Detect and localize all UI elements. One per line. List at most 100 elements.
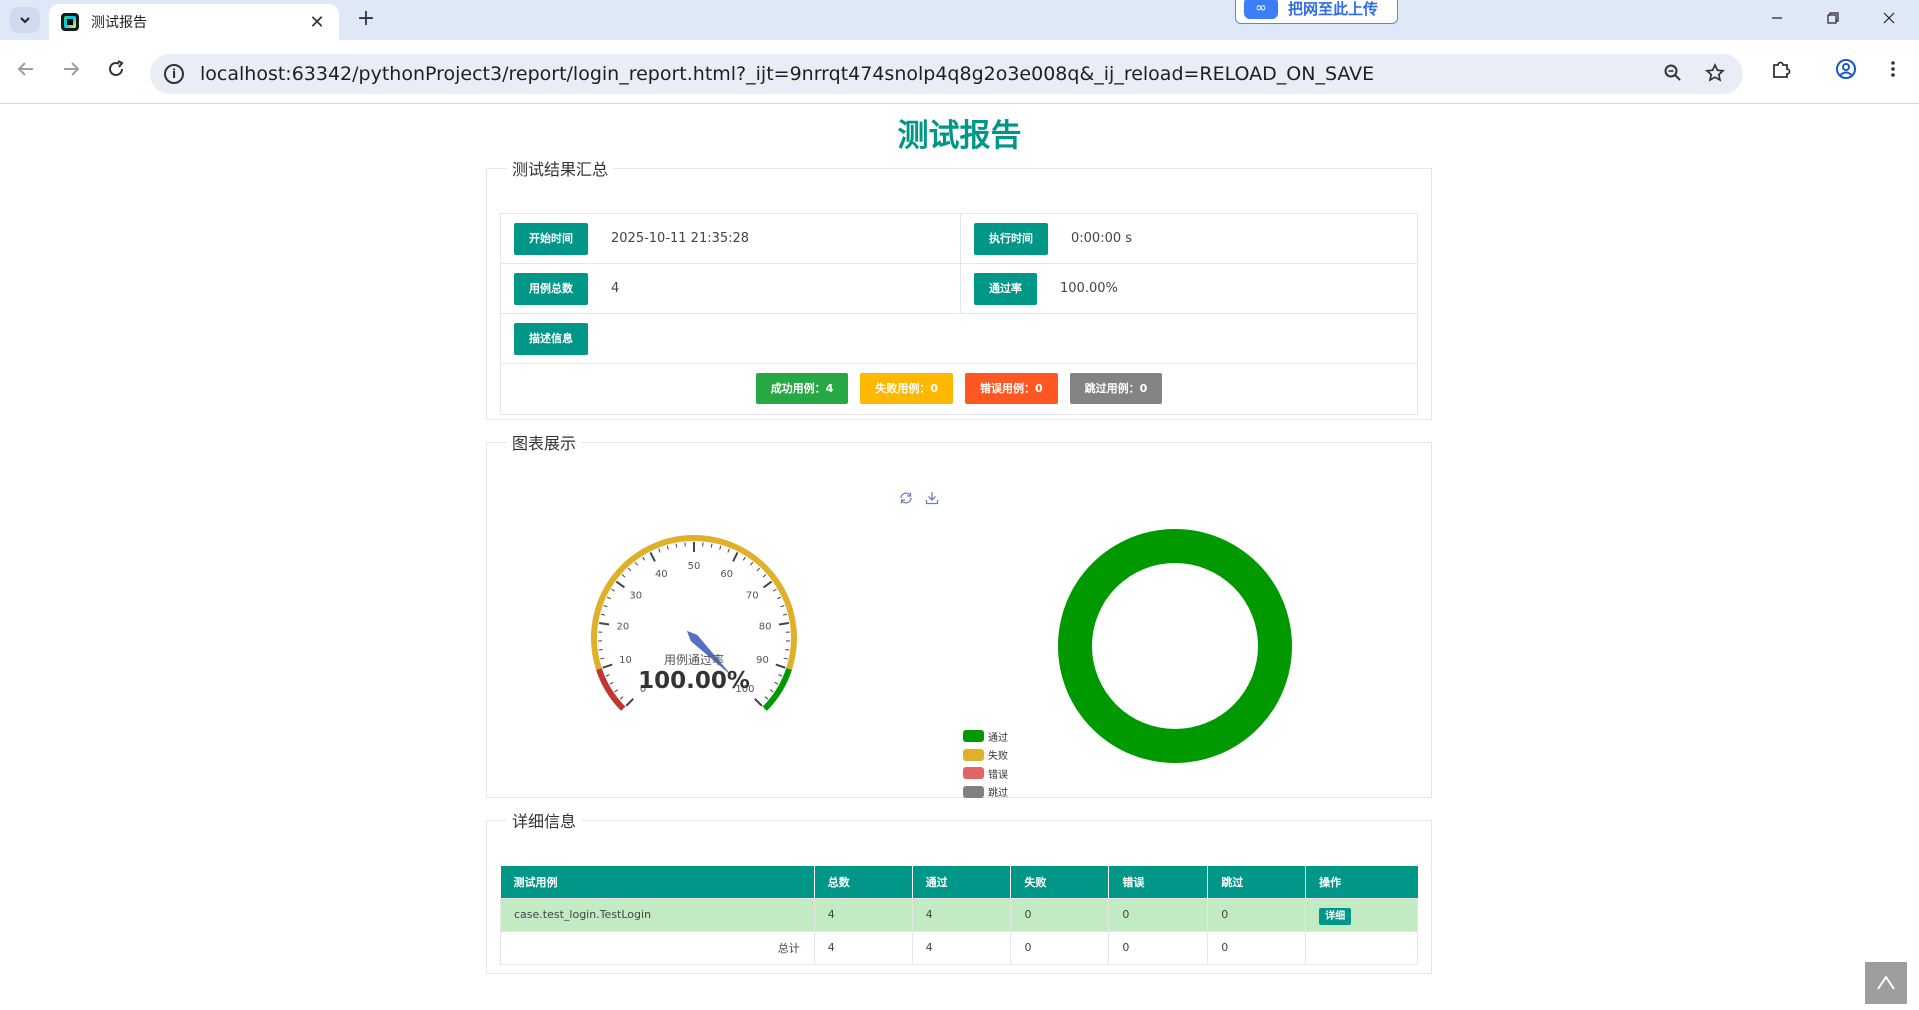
restore-window-button[interactable]: [1805, 0, 1861, 40]
browser-menu-button[interactable]: [1879, 58, 1907, 86]
restore-chart-icon[interactable]: [898, 490, 914, 506]
forward-button[interactable]: [57, 58, 85, 86]
kebab-menu-icon: [1883, 59, 1903, 79]
start-time-value: 2025-10-11 21:35:28: [611, 231, 749, 246]
gauge-minor-tick: [765, 697, 768, 700]
gauge-tick-label: 80: [759, 622, 772, 633]
tab-search-button[interactable]: [10, 7, 40, 33]
gauge-value: 100.00%: [638, 668, 750, 694]
gauge-minor-tick: [784, 658, 788, 659]
gauge-minor-tick: [757, 568, 760, 571]
extensions-button[interactable]: [1767, 58, 1795, 86]
page-title: 测试报告: [0, 110, 1919, 155]
gauge-minor-tick: [728, 549, 729, 553]
run-time-value: 0:00:00 s: [1071, 231, 1132, 246]
chart-toolbar: [898, 490, 940, 506]
reload-button[interactable]: [102, 58, 130, 86]
gauge-minor-tick: [763, 575, 766, 578]
restore-icon: [1826, 11, 1840, 25]
table-row: case.test_login.TestLogin 4 4 0 0 0 详细: [501, 898, 1418, 931]
gauge-minor-tick: [620, 697, 623, 700]
gauge-major-tick: [779, 623, 789, 625]
close-window-button[interactable]: [1861, 0, 1917, 40]
gauge-minor-tick: [667, 546, 668, 550]
minimize-window-button[interactable]: [1749, 0, 1805, 40]
infinity-icon: ∞: [1244, 0, 1278, 19]
gauge-minor-tick: [659, 549, 660, 553]
profile-icon: [1835, 58, 1857, 80]
gauge-major-tick: [603, 665, 613, 668]
url-bar[interactable]: i localhost:63342/pythonProject3/report/…: [150, 54, 1743, 94]
gauge-minor-tick: [628, 568, 631, 571]
summary-panel: 测试结果汇总 开始时间 2025-10-11 21:35:28 执行时间 0:0…: [486, 156, 1432, 420]
detail-button[interactable]: 详细: [1319, 908, 1351, 925]
new-tab-button[interactable]: +: [352, 6, 380, 34]
column-header: 总数: [814, 866, 912, 898]
success-cases-button[interactable]: 成功用例：4: [756, 373, 849, 404]
gauge-minor-tick: [711, 544, 712, 548]
gauge-minor-tick: [606, 675, 610, 677]
column-header: 跳过: [1208, 866, 1306, 898]
totals-skip-cell: 0: [1208, 931, 1306, 964]
url-text[interactable]: localhost:63342/pythonProject3/report/lo…: [200, 63, 1374, 85]
gauge-minor-tick: [773, 589, 776, 591]
pass-rate-label: 通过率: [974, 273, 1037, 305]
totals-pass-cell: 4: [912, 931, 1011, 964]
gauge-tick-label: 10: [619, 655, 632, 666]
close-tab-icon[interactable]: ✕: [307, 12, 327, 33]
pass-rate-gauge: 0102030405060708090100用例通过率100.00%: [544, 508, 844, 758]
gauge-minor-tick: [611, 589, 614, 591]
error-cell: 0: [1109, 898, 1208, 931]
status-buttons: 成功用例：4 失败用例：0 错误用例：0 跳过用例：0: [501, 373, 1417, 404]
gauge-minor-tick: [775, 682, 779, 684]
skip-cell: 0: [1208, 898, 1306, 931]
legend-swatch: [963, 786, 984, 798]
star-icon[interactable]: [1703, 63, 1727, 87]
gauge-minor-tick: [676, 544, 677, 548]
gauge-minor-tick: [622, 575, 625, 578]
result-donut-chart: [1045, 516, 1305, 776]
pycharm-icon: [61, 13, 79, 31]
error-cases-button[interactable]: 错误用例：0: [965, 373, 1058, 404]
legend-swatch: [963, 749, 984, 761]
back-to-top-button[interactable]: [1865, 962, 1907, 1004]
total-cases-value: 4: [611, 281, 619, 296]
gauge-tick-label: 60: [720, 569, 733, 580]
back-button[interactable]: [12, 58, 40, 86]
legend-item[interactable]: 错误: [963, 764, 1008, 783]
reload-icon: [106, 59, 126, 79]
gauge-minor-tick: [604, 605, 608, 606]
summary-legend: 测试结果汇总: [507, 156, 613, 180]
gauge-major-tick: [599, 623, 609, 625]
skipped-cases-button[interactable]: 跳过用例：0: [1070, 373, 1163, 404]
legend-item[interactable]: 通过: [963, 727, 1008, 746]
gauge-major-tick: [650, 552, 655, 561]
gauge-band: [599, 669, 623, 709]
download-icon[interactable]: [924, 490, 940, 506]
info-icon[interactable]: i: [164, 64, 184, 84]
zoom-icon[interactable]: [1661, 63, 1685, 87]
browser-tab[interactable]: 测试报告 ✕: [49, 4, 339, 40]
failed-cases-button[interactable]: 失败用例：0: [860, 373, 953, 404]
legend-item[interactable]: 跳过: [963, 783, 1008, 802]
column-header: 失败: [1011, 866, 1109, 898]
description-cell: 描述信息: [501, 314, 1417, 364]
gauge-minor-tick: [783, 614, 787, 615]
upload-extension-badge[interactable]: ∞ 把网至此上传: [1235, 0, 1398, 24]
fail-cell: 0: [1011, 898, 1109, 931]
totals-action-cell: [1306, 931, 1418, 964]
tab-title: 测试报告: [91, 12, 307, 32]
gauge-minor-tick: [599, 650, 603, 651]
gauge-band: [594, 538, 794, 669]
gauge-minor-tick: [777, 597, 781, 599]
summary-row: 用例总数 4 通过率 100.00%: [501, 264, 1417, 314]
gauge-major-tick: [764, 582, 772, 588]
gauge-minor-tick: [643, 557, 645, 560]
details-legend: 详细信息: [507, 808, 581, 832]
description-label: 描述信息: [514, 323, 588, 355]
gauge-minor-tick: [785, 650, 789, 651]
legend-item[interactable]: 失败: [963, 746, 1008, 765]
puzzle-icon: [1770, 58, 1792, 80]
pie-legend: 通过失败错误跳过: [963, 727, 1008, 801]
profile-button[interactable]: [1832, 58, 1860, 86]
